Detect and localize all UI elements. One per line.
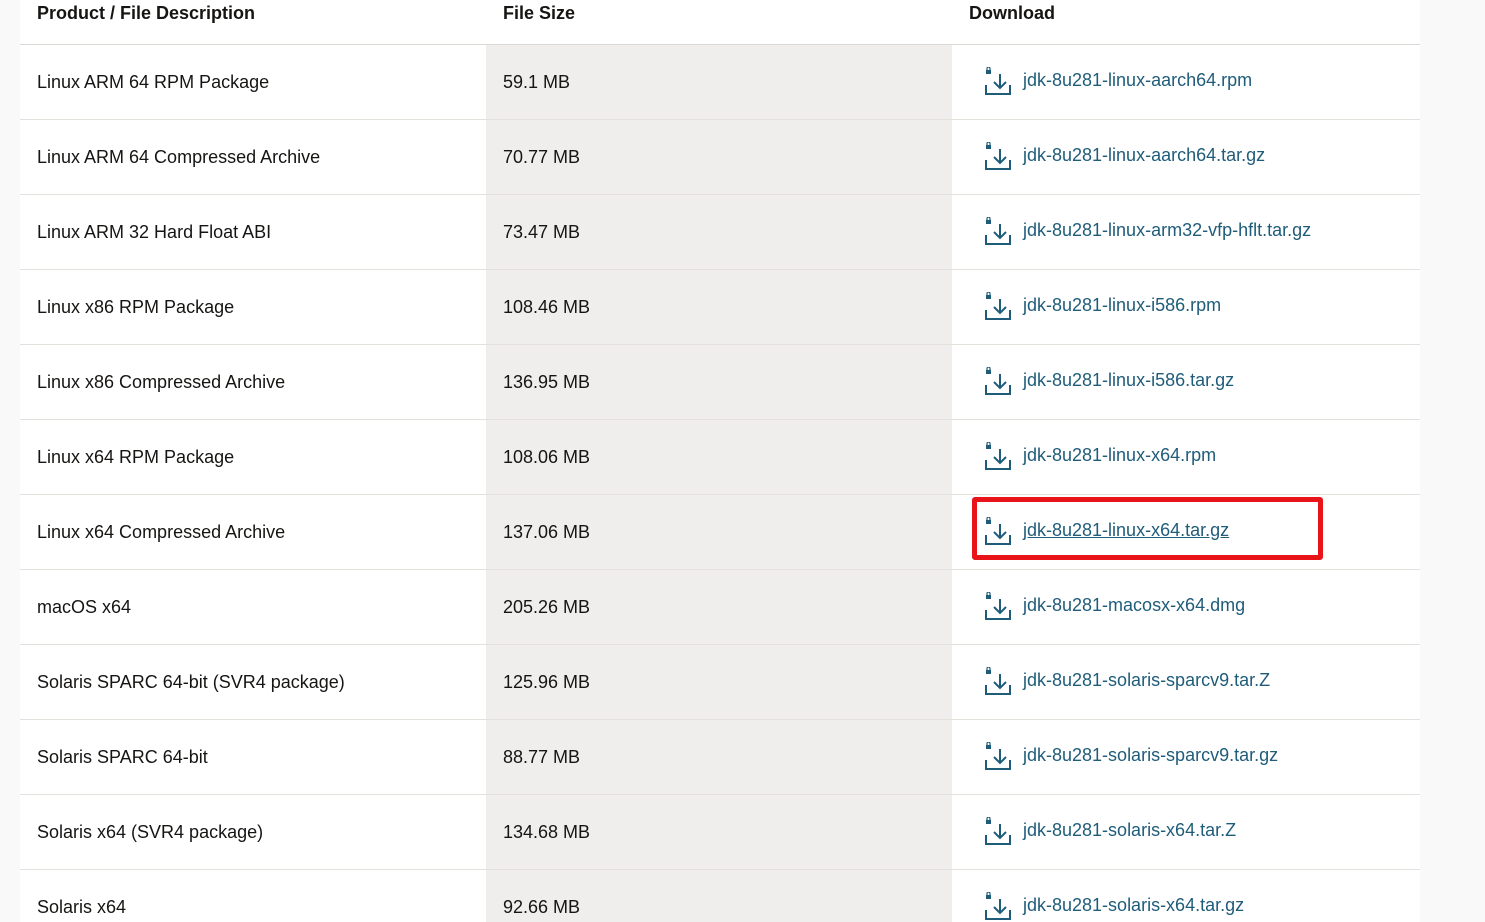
row-description: Linux ARM 64 RPM Package — [20, 45, 486, 119]
download-link[interactable]: jdk-8u281-linux-aarch64.tar.gz — [983, 142, 1265, 172]
row-download-cell: jdk-8u281-linux-arm32-vfp-hflt.tar.gz — [952, 195, 1420, 269]
download-link[interactable]: jdk-8u281-macosx-x64.dmg — [983, 592, 1245, 622]
download-icon — [985, 517, 1011, 545]
row-download-cell: jdk-8u281-linux-i586.tar.gz — [952, 345, 1420, 419]
header-download: Download — [952, 0, 1420, 44]
row-file-size: 136.95 MB — [486, 345, 952, 419]
row-description: Solaris x64 (SVR4 package) — [20, 795, 486, 869]
row-file-size: 108.06 MB — [486, 420, 952, 494]
row-description: Linux x86 Compressed Archive — [20, 345, 486, 419]
table-row-3: Linux ARM 32 Hard Float ABI 73.47 MB jdk… — [20, 195, 1420, 270]
download-link[interactable]: jdk-8u281-linux-aarch64.rpm — [983, 67, 1252, 97]
download-link-label: jdk-8u281-linux-aarch64.rpm — [1023, 69, 1253, 90]
row-description: Linux ARM 64 Compressed Archive — [20, 120, 486, 194]
table-row-2: Linux ARM 64 Compressed Archive 70.77 MB… — [20, 120, 1420, 195]
row-file-size: 125.96 MB — [486, 645, 952, 719]
download-icon — [985, 367, 1011, 395]
table-row-6: Linux x64 RPM Package 108.06 MB jdk-8u28… — [20, 420, 1420, 495]
download-icon — [985, 742, 1011, 770]
row-description: macOS x64 — [20, 570, 486, 644]
table-body: Linux ARM 64 RPM Package 59.1 MB jdk-8u2… — [20, 45, 1420, 922]
download-link[interactable]: jdk-8u281-linux-x64.tar.gz — [983, 517, 1229, 547]
row-description: Solaris SPARC 64-bit (SVR4 package) — [20, 645, 486, 719]
table-row-1: Linux ARM 64 RPM Package 59.1 MB jdk-8u2… — [20, 45, 1420, 120]
row-file-size: 137.06 MB — [486, 495, 952, 569]
table-header-row: Product / File Description File Size Dow… — [20, 0, 1420, 45]
row-file-size: 134.68 MB — [486, 795, 952, 869]
row-download-cell: jdk-8u281-linux-aarch64.rpm — [952, 45, 1420, 119]
download-link-label: jdk-8u281-linux-x64.tar.gz — [1023, 519, 1230, 540]
row-file-size: 92.66 MB — [486, 870, 952, 922]
row-description: Linux x64 Compressed Archive — [20, 495, 486, 569]
row-description: Linux x86 RPM Package — [20, 270, 486, 344]
header-file-size: File Size — [486, 0, 952, 44]
row-download-cell: jdk-8u281-linux-x64.rpm — [952, 420, 1420, 494]
download-icon — [985, 442, 1011, 470]
downloads-table: Product / File Description File Size Dow… — [20, 0, 1420, 922]
row-download-cell: jdk-8u281-solaris-x64.tar.gz — [952, 870, 1420, 922]
download-icon — [985, 292, 1011, 320]
table-row-7: Linux x64 Compressed Archive 137.06 MB j… — [20, 495, 1420, 570]
download-link-label: jdk-8u281-linux-arm32-vfp-hflt.tar.gz — [1023, 219, 1312, 240]
row-download-cell: jdk-8u281-linux-aarch64.tar.gz — [952, 120, 1420, 194]
download-link-label: jdk-8u281-linux-i586.rpm — [1023, 294, 1222, 315]
row-file-size: 108.46 MB — [486, 270, 952, 344]
row-file-size: 88.77 MB — [486, 720, 952, 794]
download-icon — [985, 817, 1011, 845]
row-file-size: 205.26 MB — [486, 570, 952, 644]
row-download-cell: jdk-8u281-solaris-sparcv9.tar.gz — [952, 720, 1420, 794]
download-icon — [985, 592, 1011, 620]
download-link[interactable]: jdk-8u281-solaris-sparcv9.tar.Z — [983, 667, 1270, 697]
download-link-label: jdk-8u281-solaris-sparcv9.tar.gz — [1023, 744, 1279, 765]
row-file-size: 73.47 MB — [486, 195, 952, 269]
table-row-10: Solaris SPARC 64-bit 88.77 MB jdk-8u281-… — [20, 720, 1420, 795]
download-icon — [985, 217, 1011, 245]
download-link-label: jdk-8u281-solaris-sparcv9.tar.Z — [1023, 669, 1271, 690]
table-row-4: Linux x86 RPM Package 108.46 MB jdk-8u28… — [20, 270, 1420, 345]
row-description: Solaris x64 — [20, 870, 486, 922]
header-description: Product / File Description — [20, 0, 486, 44]
download-link[interactable]: jdk-8u281-linux-x64.rpm — [983, 442, 1216, 472]
table-row-5: Linux x86 Compressed Archive 136.95 MB j… — [20, 345, 1420, 420]
download-link[interactable]: jdk-8u281-solaris-x64.tar.gz — [983, 892, 1244, 922]
row-file-size: 59.1 MB — [486, 45, 952, 119]
row-description: Linux ARM 32 Hard Float ABI — [20, 195, 486, 269]
row-download-cell: jdk-8u281-solaris-sparcv9.tar.Z — [952, 645, 1420, 719]
download-icon — [985, 667, 1011, 695]
row-description: Solaris SPARC 64-bit — [20, 720, 486, 794]
row-download-cell: jdk-8u281-solaris-x64.tar.Z — [952, 795, 1420, 869]
table-row-12: Solaris x64 92.66 MB jdk-8u281-solaris-x… — [20, 870, 1420, 922]
download-icon — [985, 142, 1011, 170]
row-description: Linux x64 RPM Package — [20, 420, 486, 494]
download-icon — [985, 67, 1011, 95]
download-link[interactable]: jdk-8u281-linux-i586.rpm — [983, 292, 1221, 322]
download-link-label: jdk-8u281-linux-aarch64.tar.gz — [1023, 144, 1266, 165]
table-row-11: Solaris x64 (SVR4 package) 134.68 MB jdk… — [20, 795, 1420, 870]
download-link[interactable]: jdk-8u281-linux-arm32-vfp-hflt.tar.gz — [983, 217, 1311, 247]
download-link[interactable]: jdk-8u281-linux-i586.tar.gz — [983, 367, 1234, 397]
row-download-cell: jdk-8u281-macosx-x64.dmg — [952, 570, 1420, 644]
table-row-9: Solaris SPARC 64-bit (SVR4 package) 125.… — [20, 645, 1420, 720]
download-link-label: jdk-8u281-linux-x64.rpm — [1023, 444, 1217, 465]
download-link-label: jdk-8u281-macosx-x64.dmg — [1023, 594, 1246, 615]
download-link[interactable]: jdk-8u281-solaris-x64.tar.Z — [983, 817, 1236, 847]
download-link[interactable]: jdk-8u281-solaris-sparcv9.tar.gz — [983, 742, 1278, 772]
download-icon — [985, 892, 1011, 920]
row-download-cell: jdk-8u281-linux-i586.rpm — [952, 270, 1420, 344]
download-link-label: jdk-8u281-solaris-x64.tar.gz — [1023, 894, 1245, 915]
row-download-cell: jdk-8u281-linux-x64.tar.gz — [952, 495, 1420, 569]
table-row-8: macOS x64 205.26 MB jdk-8u281-macosx-x64… — [20, 570, 1420, 645]
download-link-label: jdk-8u281-linux-i586.tar.gz — [1023, 369, 1235, 390]
download-link-label: jdk-8u281-solaris-x64.tar.Z — [1023, 819, 1237, 840]
row-file-size: 70.77 MB — [486, 120, 952, 194]
